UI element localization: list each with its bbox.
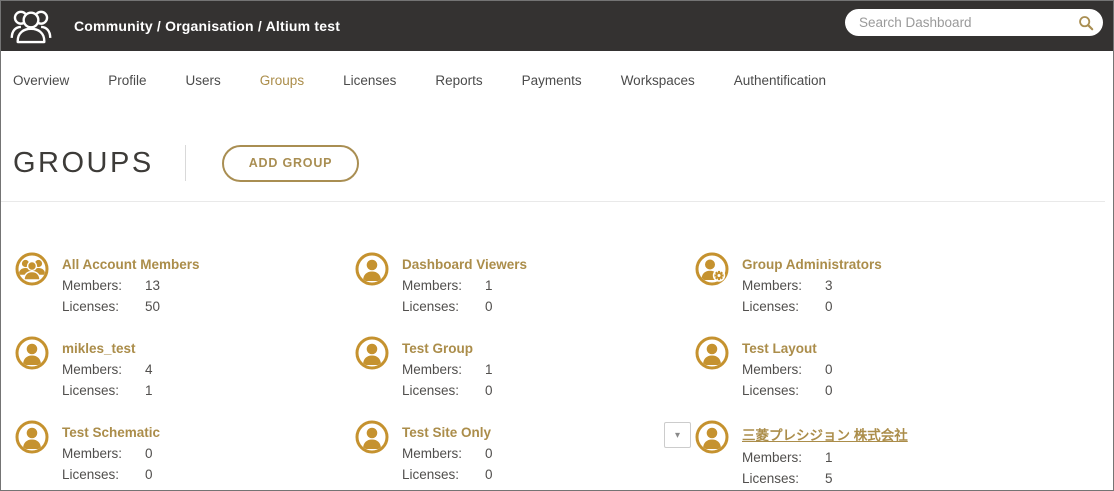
tab-authentification[interactable]: Authentification [734,73,826,88]
group-name-link[interactable]: Test Group [402,341,473,356]
person-gear-icon [695,252,729,286]
dashboard-window: Community / Organisation / Altium test O… [0,0,1114,491]
group-name-link[interactable]: All Account Members [62,257,200,272]
licenses-label: Licenses: [742,471,800,486]
licenses-value: 0 [825,299,833,314]
group-name-link[interactable]: Test Site Only [402,425,491,440]
group-options-dropdown[interactable]: ▾ [664,422,691,448]
group-name-link[interactable]: mikles_test [62,341,136,356]
members-value: 0 [825,362,833,377]
members-label: Members: [742,278,803,293]
licenses-label: Licenses: [742,299,800,314]
group-card: Group Administrators Members: 3 Licenses:… [695,252,1035,336]
licenses-label: Licenses: [62,383,120,398]
licenses-label: Licenses: [62,467,120,482]
person-icon [355,336,389,370]
members-label: Members: [402,278,463,293]
members-label: Members: [402,446,463,461]
members-label: Members: [742,362,803,377]
members-value: 1 [825,450,833,465]
members-value: 0 [145,446,153,461]
licenses-label: Licenses: [402,299,460,314]
group-card: mikles_test Members: 4 Licenses: 1 [15,336,355,420]
members-value: 3 [825,278,833,293]
tab-workspaces[interactable]: Workspaces [621,73,695,88]
group-card: Test Site Only Members: 0 Licenses: 0 [355,420,695,490]
group-name-link[interactable]: Test Schematic [62,425,160,440]
top-header-bar: Community / Organisation / Altium test [1,1,1113,51]
members-value: 1 [485,362,493,377]
group-members-icon [15,252,49,286]
licenses-value: 1 [145,383,153,398]
members-label: Members: [62,446,123,461]
members-label: Members: [402,362,463,377]
tab-payments[interactable]: Payments [522,73,582,88]
members-value: 0 [485,446,493,461]
title-divider [184,145,186,181]
licenses-label: Licenses: [402,383,460,398]
licenses-value: 0 [485,383,493,398]
groups-grid: All Account Members Members: 13 Licenses:… [1,202,1113,490]
members-label: Members: [62,362,123,377]
group-name-link[interactable]: Test Layout [742,341,817,356]
licenses-value: 0 [485,467,493,482]
tab-licenses[interactable]: Licenses [343,73,396,88]
community-people-icon[interactable] [9,6,53,46]
group-name-link[interactable]: Group Administrators [742,257,882,272]
members-value: 4 [145,362,153,377]
licenses-value: 0 [485,299,493,314]
licenses-value: 5 [825,471,833,486]
add-group-button[interactable]: ADD GROUP [221,144,360,182]
group-card: Test Group Members: 1 Licenses: 0 [355,336,695,420]
person-icon [355,420,389,454]
licenses-label: Licenses: [742,383,800,398]
chevron-down-icon: ▾ [674,429,681,441]
person-icon [355,252,389,286]
person-icon [695,420,729,454]
page-title-row: GROUPS ADD GROUP [1,144,1113,182]
tab-groups[interactable]: Groups [260,73,304,88]
search-icon[interactable] [1078,15,1094,31]
tab-profile[interactable]: Profile [108,73,146,88]
members-value: 13 [145,278,161,293]
members-value: 1 [485,278,493,293]
licenses-label: Licenses: [402,467,460,482]
licenses-value: 0 [825,383,833,398]
group-name-link[interactable]: Dashboard Viewers [402,257,527,272]
group-card: Dashboard Viewers Members: 1 Licenses: 0 [355,252,695,336]
group-card: 三菱プレシジョン 株式会社 Members: 1 Licenses: 5 [695,420,1035,490]
members-label: Members: [742,450,803,465]
search-input[interactable] [857,14,1078,31]
licenses-value: 50 [145,299,161,314]
tab-overview[interactable]: Overview [13,73,69,88]
tab-reports[interactable]: Reports [435,73,482,88]
person-icon [695,336,729,370]
members-label: Members: [62,278,123,293]
group-card: All Account Members Members: 13 Licenses:… [15,252,355,336]
group-card: Test Layout Members: 0 Licenses: 0 [695,336,1035,420]
person-icon [15,420,49,454]
breadcrumb[interactable]: Community / Organisation / Altium test [74,18,340,34]
page-title: GROUPS [13,146,154,179]
tab-users[interactable]: Users [186,73,221,88]
licenses-label: Licenses: [62,299,120,314]
search-box [845,9,1103,36]
person-icon [15,336,49,370]
licenses-value: 0 [145,467,153,482]
group-card: Test Schematic Members: 0 Licenses: 0 [15,420,355,490]
main-nav: Overview Profile Users Groups Licenses R… [1,73,1113,88]
group-name-link[interactable]: 三菱プレシジョン 株式会社 [742,424,908,444]
